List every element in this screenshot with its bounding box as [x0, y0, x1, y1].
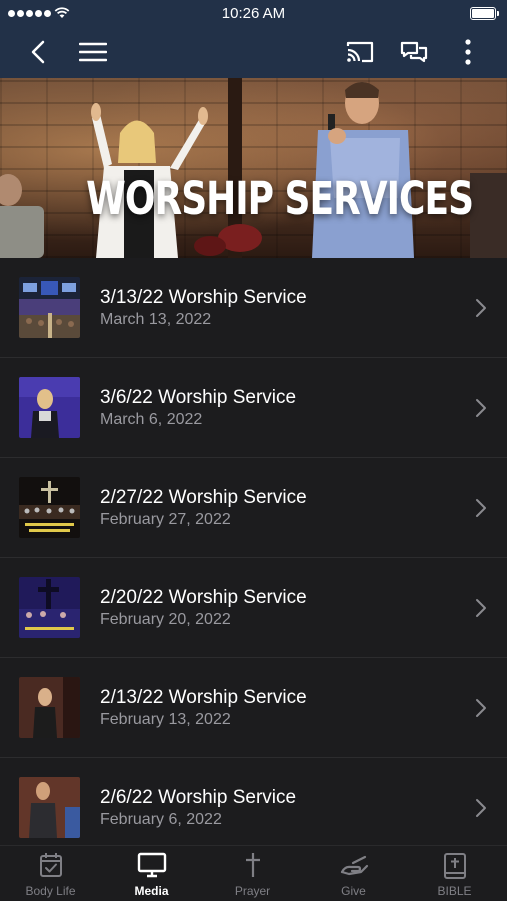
- cross-icon: [245, 853, 260, 877]
- service-thumbnail: [19, 277, 80, 338]
- tab-media[interactable]: Media: [101, 846, 202, 901]
- service-title: 2/27/22 Worship Service: [100, 487, 307, 508]
- status-time: 10:26 AM: [221, 5, 286, 22]
- service-list: 3/13/22 Worship Service March 13, 2022 3…: [0, 258, 507, 845]
- service-title: 3/13/22 Worship Service: [100, 287, 307, 308]
- service-thumbnail: [19, 777, 80, 838]
- chevron-right-icon: [476, 299, 486, 317]
- top-bar: 10:26 AM: [0, 0, 507, 78]
- chat-icon: [400, 41, 428, 63]
- cast-button[interactable]: [342, 34, 378, 70]
- chevron-right-icon: [476, 499, 486, 517]
- tab-label: Prayer: [234, 884, 271, 898]
- tab-label: Give: [341, 884, 366, 898]
- hero-banner: WORSHIP SERVICES: [0, 78, 507, 258]
- chevron-right-icon: [476, 399, 486, 417]
- list-item[interactable]: 2/27/22 Worship Service February 27, 202…: [0, 458, 507, 558]
- status-bar: 10:26 AM: [0, 0, 507, 26]
- list-item[interactable]: 2/6/22 Worship Service February 6, 2022: [0, 758, 507, 845]
- menu-button[interactable]: [75, 34, 111, 70]
- tab-label: Media: [134, 884, 169, 898]
- bible-icon: [443, 853, 466, 879]
- battery-icon: [470, 7, 499, 20]
- service-date: March 6, 2022: [100, 411, 203, 428]
- service-title: 2/6/22 Worship Service: [100, 787, 297, 808]
- more-vertical-icon: [465, 39, 471, 65]
- service-thumbnail: [19, 377, 80, 438]
- list-item[interactable]: 3/13/22 Worship Service March 13, 2022: [0, 258, 507, 358]
- more-button[interactable]: [450, 34, 486, 70]
- service-date: February 13, 2022: [100, 711, 231, 728]
- calendar-check-icon: [39, 853, 62, 877]
- list-item[interactable]: 2/20/22 Worship Service February 20, 202…: [0, 558, 507, 658]
- service-title: 2/20/22 Worship Service: [100, 587, 307, 608]
- worship-leaders-image: [0, 82, 507, 258]
- back-button[interactable]: [20, 34, 56, 70]
- service-date: February 27, 2022: [100, 511, 231, 528]
- chevron-left-icon: [31, 40, 45, 64]
- tab-give[interactable]: Give: [303, 846, 404, 901]
- service-thumbnail: [19, 677, 80, 738]
- service-thumbnail: [19, 477, 80, 538]
- service-date: February 6, 2022: [100, 811, 222, 828]
- service-date: March 13, 2022: [100, 311, 212, 328]
- service-title: 2/13/22 Worship Service: [100, 687, 307, 708]
- service-title: 3/6/22 Worship Service: [100, 387, 297, 408]
- tab-bar: Body Life Media Prayer Give BIBLE: [0, 845, 507, 901]
- hamburger-icon: [79, 42, 107, 62]
- cast-icon: [346, 41, 374, 63]
- chevron-right-icon: [476, 799, 486, 817]
- tab-body-life[interactable]: Body Life: [0, 846, 101, 901]
- give-hand-icon: [340, 855, 368, 876]
- hero-title: WORSHIP SERVICES: [86, 174, 474, 226]
- tab-label: Body Life: [25, 884, 76, 898]
- tab-bible[interactable]: BIBLE: [404, 846, 505, 901]
- chat-button[interactable]: [396, 34, 432, 70]
- list-item[interactable]: 3/6/22 Worship Service March 6, 2022: [0, 358, 507, 458]
- service-date: February 20, 2022: [100, 611, 231, 628]
- chevron-right-icon: [476, 599, 486, 617]
- service-thumbnail: [19, 577, 80, 638]
- chevron-right-icon: [476, 699, 486, 717]
- tab-prayer[interactable]: Prayer: [202, 846, 303, 901]
- list-item[interactable]: 2/13/22 Worship Service February 13, 202…: [0, 658, 507, 758]
- tv-icon: [137, 852, 166, 878]
- tab-label: BIBLE: [437, 884, 472, 898]
